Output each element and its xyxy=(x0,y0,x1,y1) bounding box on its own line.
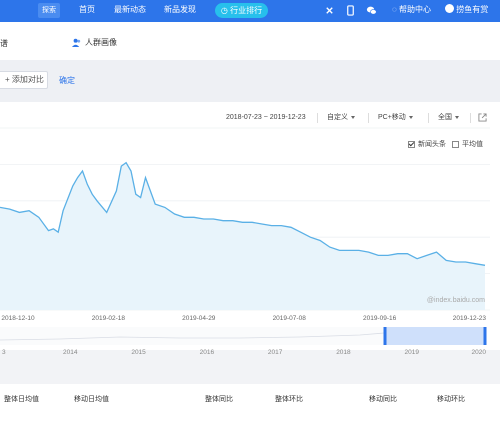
brush-year-label: 2015 xyxy=(131,349,146,356)
th-mobile-yoy: 移动同比 xyxy=(369,396,397,403)
brush-year-label: 2020 xyxy=(472,349,487,356)
brush-year-label: 2014 xyxy=(63,349,78,356)
brush-handle-right[interactable] xyxy=(483,327,487,345)
data-table-header: 整体日均值 移动日均值 整体同比 整体环比 移动同比 移动环比 xyxy=(0,384,500,422)
brush-handle-left[interactable] xyxy=(383,327,387,345)
th-mobile-daily: 移动日均值 xyxy=(74,396,109,403)
brush-year-label: 2018 xyxy=(336,349,351,356)
th-overall-yoy: 整体同比 xyxy=(205,396,233,403)
brush-year-labels: 3 2014 2015 2016 2017 2018 2019 2020 xyxy=(2,349,486,356)
th-mobile-mom: 移动环比 xyxy=(437,396,465,403)
th-overall-daily: 整体日均值 xyxy=(4,396,39,403)
brush-selection[interactable] xyxy=(385,327,486,345)
time-brush[interactable]: 3 2014 2015 2016 2017 2018 2019 2020 xyxy=(0,0,500,384)
th-overall-mom: 整体环比 xyxy=(275,396,303,403)
brush-year-label: 2019 xyxy=(404,349,419,356)
brush-year-label: 2017 xyxy=(268,349,283,356)
brush-year-label: 3 xyxy=(2,349,6,356)
brush-year-label: 2016 xyxy=(200,349,215,356)
